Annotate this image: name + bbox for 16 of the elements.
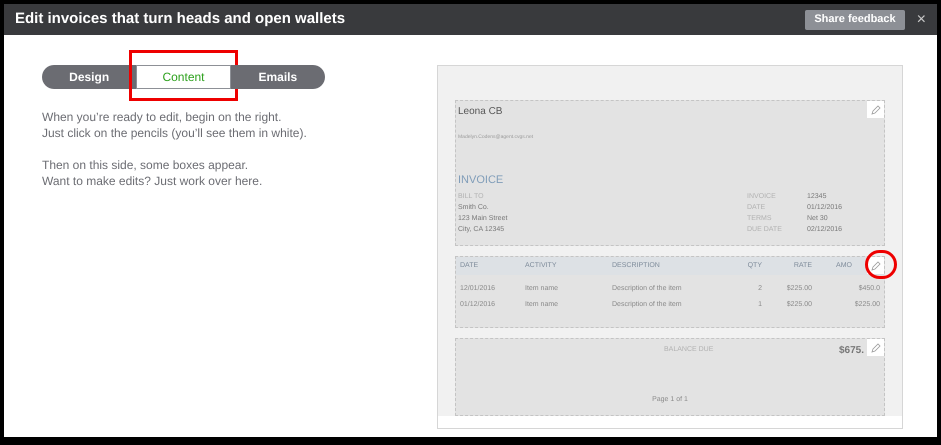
tab[interactable]: Emails: [230, 65, 325, 89]
pencil-icon: [870, 104, 880, 114]
instruction-text: Then on this side, some boxes appear. Want to make edits? Just work over here.: [42, 157, 264, 189]
tab[interactable]: Content: [136, 65, 231, 89]
instruction-text: When you’re ready to edit, begin on the right. Just click on the pencils (you’ll see them in white).: [42, 109, 308, 141]
share-feedback-button[interactable]: Share feedback: [805, 10, 905, 30]
invoice-heading: INVOICE: [458, 172, 504, 188]
company-name: Leona CB: [458, 105, 502, 119]
pencil-button[interactable]: [867, 101, 884, 118]
balance-amount: $675.: [838, 344, 864, 358]
close-button[interactable]: ×: [916, 12, 926, 28]
pencil-button[interactable]: [867, 339, 884, 356]
pencil-icon: [870, 260, 880, 270]
window-title: Edit invoices that turn heads and open wallets: [15, 9, 346, 30]
tab[interactable]: Design: [42, 65, 136, 89]
pencil-icon: [870, 342, 880, 352]
